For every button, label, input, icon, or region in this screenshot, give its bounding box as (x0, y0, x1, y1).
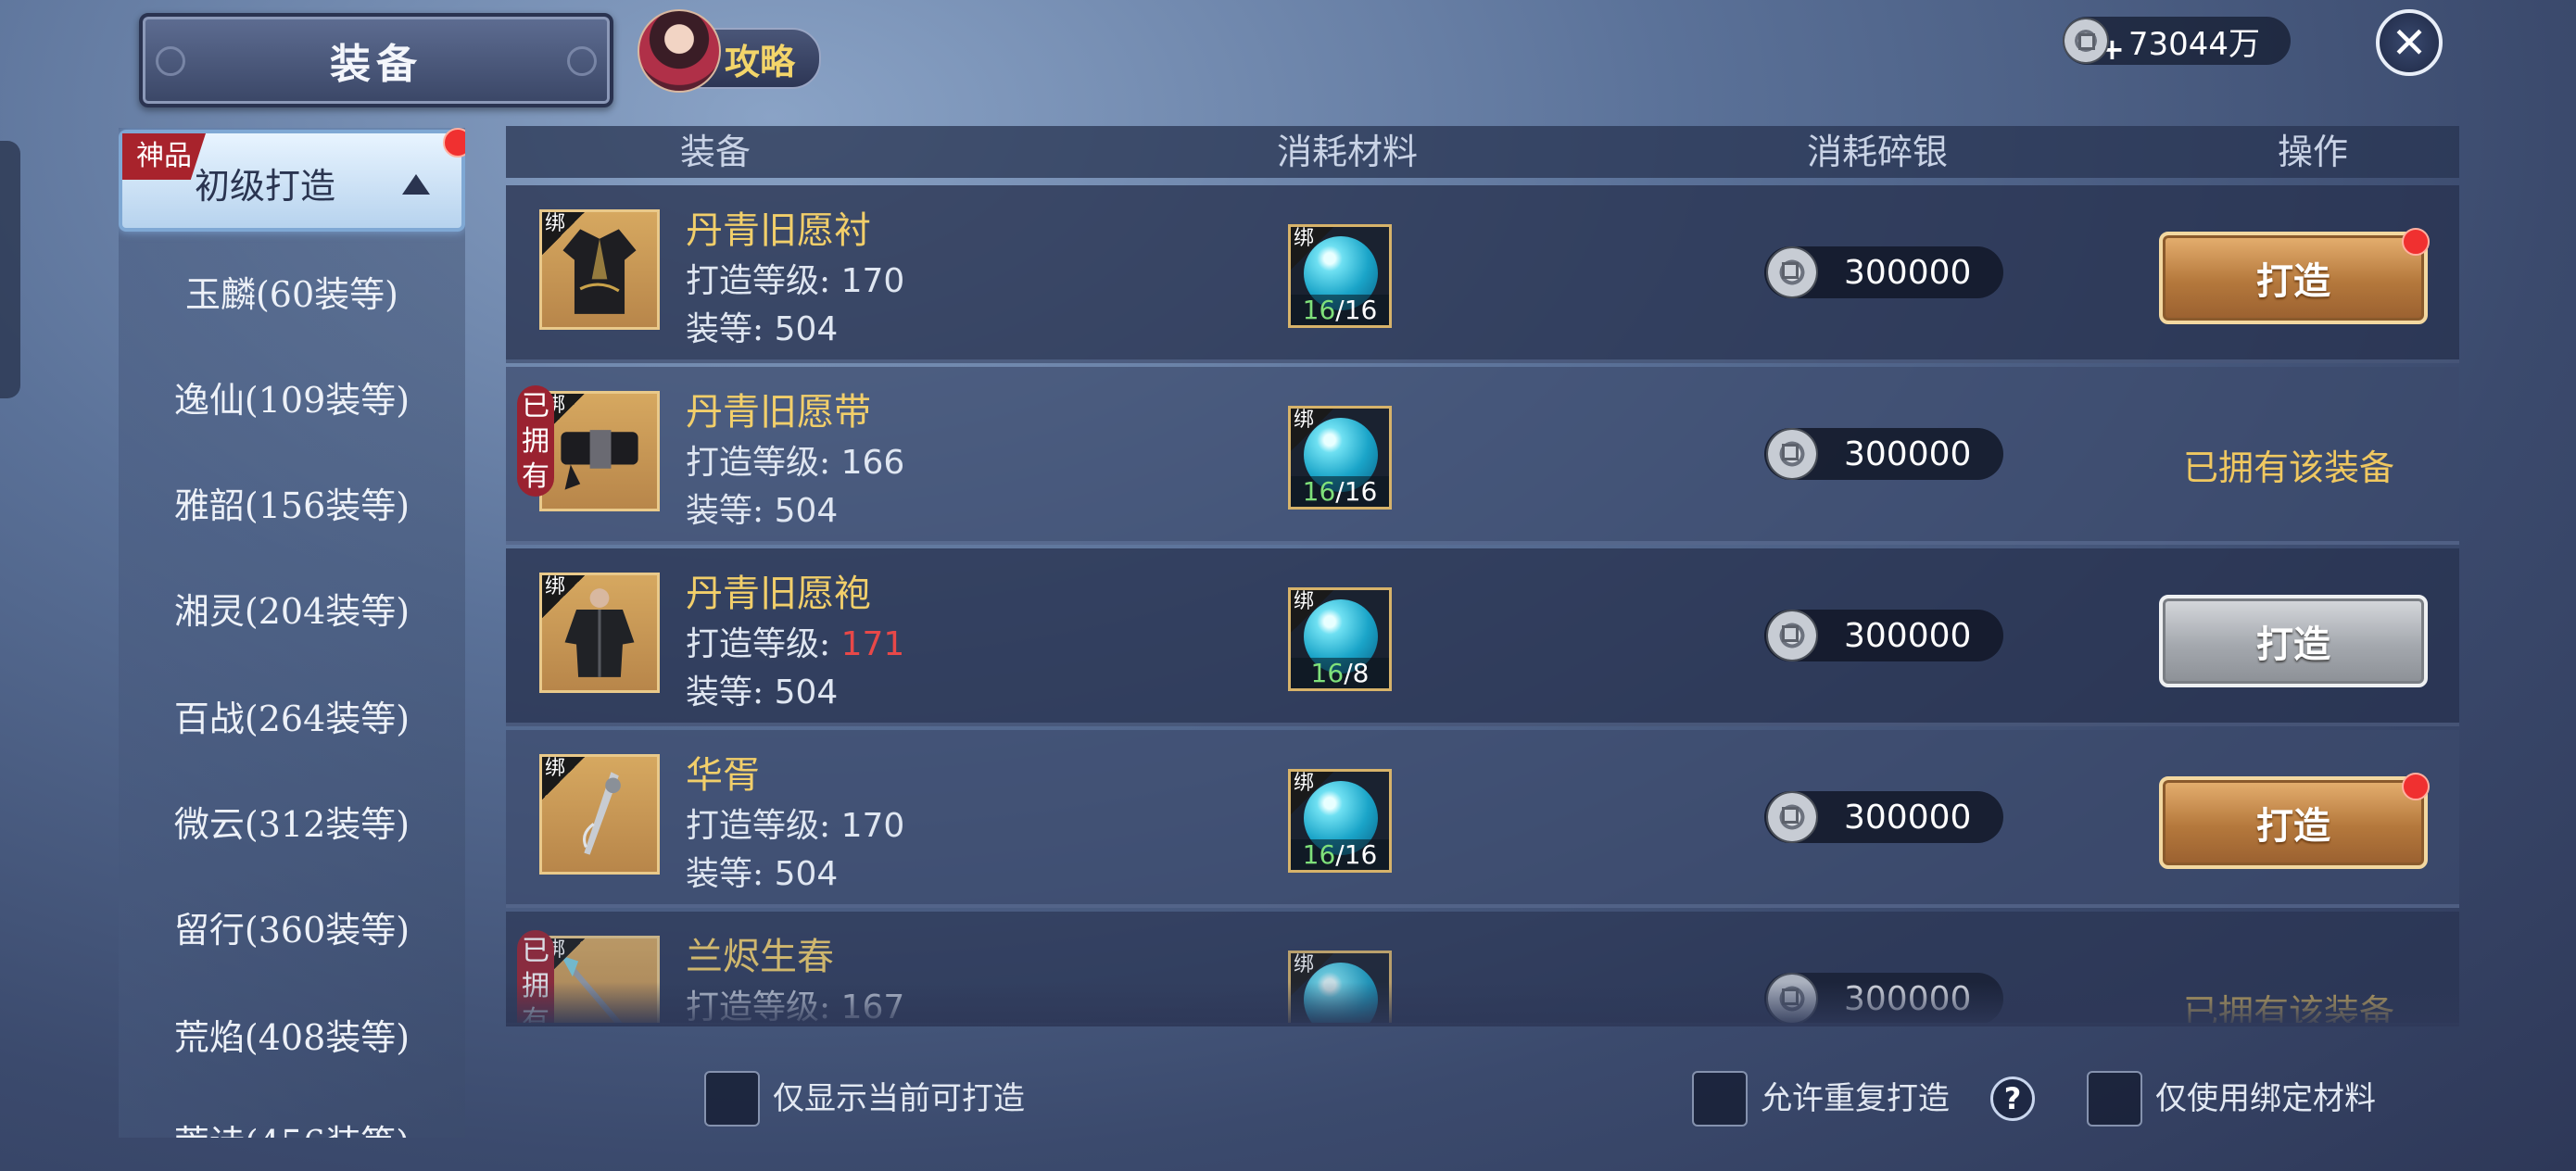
currency-value: 73044万 (2128, 25, 2260, 63)
bind-label: 绑 (542, 757, 585, 800)
only-forgeable-label: 仅显示当前可打造 (773, 1080, 1025, 1117)
item-name: 丹青旧愿袍 (686, 573, 871, 615)
sidebar-item-yixian[interactable]: 逸仙(109装等) (119, 372, 465, 428)
sidebar-selected-label: 初级打造 (195, 166, 336, 207)
forge-label: 打造 (2256, 623, 2330, 666)
silver-coin-icon (1766, 610, 1818, 661)
forge-button[interactable]: 打造 (2159, 773, 2430, 869)
sidebar-item-weiyun[interactable]: 微云(312装等) (119, 797, 465, 852)
material-count: 16/16 (1291, 295, 1389, 325)
coat-icon[interactable]: 绑 (539, 573, 660, 693)
column-header-silver: 消耗碎银 (1807, 132, 1949, 172)
guide-button[interactable]: 攻略 (638, 9, 821, 93)
item-name: 华胥 (686, 754, 760, 797)
silver-coin-icon (1766, 428, 1818, 480)
table-row: 绑 丹青旧愿衬 打造等级: 170 装等: 504 绑 16/16 300000… (506, 185, 2459, 363)
collapse-triangle-icon (402, 174, 430, 195)
silver-cost-value: 300000 (1844, 434, 1972, 473)
silver-coin-icon (1766, 791, 1818, 843)
gear-score: 装等: 504 (686, 855, 839, 893)
forge-level: 打造等级: 166 (686, 444, 905, 482)
only-bound-checkbox[interactable] (2087, 1071, 2142, 1127)
guide-avatar-icon (638, 9, 721, 93)
bind-label: 绑 (542, 212, 585, 255)
notification-dot-icon (443, 128, 465, 157)
owned-tag: 已拥有 (517, 385, 554, 497)
robe-icon[interactable]: 绑 (539, 209, 660, 330)
bind-label: 绑 (1291, 227, 1333, 270)
forge-label: 打造 (2256, 804, 2330, 848)
table-header: 装备 消耗材料 消耗碎银 操作 (506, 126, 2459, 178)
sidebar-item-xiangling[interactable]: 湘灵(204装等) (119, 584, 465, 639)
material-slot[interactable]: 绑 16/16 (1288, 769, 1392, 873)
list-fade-overlay (506, 982, 2459, 1026)
sidebar-item-yashao[interactable]: 雅韶(156装等) (119, 478, 465, 534)
gear-score: 装等: 504 (686, 674, 839, 711)
guide-label: 攻略 (725, 40, 796, 82)
material-count: 16/8 (1291, 658, 1389, 688)
forge-button-disabled[interactable]: 打造 (2159, 595, 2428, 687)
table-row: 绑 已拥有 丹青旧愿带 打造等级: 166 装等: 504 绑 16/16 30… (506, 367, 2459, 545)
silver-cost: 300000 (1764, 246, 2003, 298)
table-row: 绑 华胥 打造等级: 170 装等: 504 绑 16/16 300000 打造 (506, 730, 2459, 908)
close-icon: ✕ (2391, 18, 2428, 68)
gear-score: 装等: 504 (686, 310, 839, 348)
item-name: 兰烬生春 (686, 936, 834, 978)
page-title: 装备 (330, 41, 423, 88)
silver-cost-value: 300000 (1844, 253, 1972, 292)
sidebar-item-liuxing[interactable]: 留行(360装等) (119, 902, 465, 958)
material-count: 16/16 (1291, 476, 1389, 507)
bind-label: 绑 (1291, 772, 1333, 814)
gear-score: 装等: 504 (686, 492, 839, 530)
table-row: 绑 丹青旧愿袍 打造等级: 171 装等: 504 绑 16/8 300000 … (506, 548, 2459, 726)
column-header-equipment: 装备 (680, 132, 751, 172)
allow-repeat-label: 允许重复打造 (1761, 1080, 1950, 1117)
forge-level: 打造等级: 170 (686, 262, 905, 300)
sidebar-item-baizhan[interactable]: 百战(264装等) (119, 691, 465, 747)
material-slot[interactable]: 绑 16/16 (1288, 406, 1392, 510)
column-header-materials: 消耗材料 (1277, 132, 1419, 172)
column-header-action: 操作 (2278, 132, 2349, 172)
silver-cost-value: 300000 (1844, 798, 1972, 837)
item-name: 丹青旧愿带 (686, 391, 871, 434)
only-bound-label: 仅使用绑定材料 (2155, 1080, 2376, 1117)
sword-icon[interactable]: 绑 (539, 754, 660, 875)
item-name: 丹青旧愿衬 (686, 209, 871, 252)
bind-label: 绑 (1291, 409, 1333, 451)
forge-level: 打造等级: 171 (686, 625, 905, 663)
bind-label: 绑 (542, 575, 585, 618)
ornament-knot-icon (149, 40, 192, 82)
material-slot[interactable]: 绑 16/8 (1288, 587, 1392, 691)
help-icon[interactable]: ? (1990, 1077, 2035, 1121)
sidebar-item-huangyan[interactable]: 荒焰(408装等) (119, 1010, 465, 1065)
side-panel-handle[interactable] (0, 141, 20, 398)
forge-label: 打造 (2256, 259, 2330, 303)
notification-dot-icon (2402, 773, 2430, 800)
material-count: 16/16 (1291, 839, 1389, 870)
ornament-knot-icon (561, 40, 603, 82)
close-button[interactable]: ✕ (2376, 9, 2443, 76)
sidebar-item-huangshi[interactable]: 荒诗(456装等) (119, 1115, 465, 1138)
silver-coin-icon (1766, 246, 1818, 298)
owned-status-text: 已拥有该装备 (2183, 447, 2395, 488)
forge-level: 打造等级: 170 (686, 807, 905, 845)
material-slot[interactable]: 绑 16/16 (1288, 224, 1392, 328)
sidebar-item-selected[interactable]: 神品 初级打造 (119, 128, 465, 232)
belt-icon[interactable]: 绑 (539, 391, 660, 511)
only-forgeable-checkbox[interactable] (704, 1071, 760, 1127)
silver-coin-icon (2063, 18, 2109, 64)
tier-sidebar: 神品 初级打造 玉麟(60装等) 逸仙(109装等) 雅韶(156装等) 湘灵(… (119, 128, 465, 1138)
notification-dot-icon (2402, 228, 2430, 256)
currency-display[interactable]: + 73044万 (2063, 17, 2291, 67)
allow-repeat-checkbox[interactable] (1692, 1071, 1748, 1127)
tier-badge: 神品 (122, 133, 206, 180)
silver-cost-value: 300000 (1844, 616, 1972, 655)
silver-cost: 300000 (1764, 791, 2003, 843)
title-plate: 装备 (139, 13, 613, 107)
silver-cost: 300000 (1764, 610, 2003, 661)
bind-label: 绑 (1291, 590, 1333, 633)
forge-button[interactable]: 打造 (2159, 228, 2430, 324)
sidebar-item-yulin[interactable]: 玉麟(60装等) (119, 267, 465, 322)
silver-cost: 300000 (1764, 428, 2003, 480)
